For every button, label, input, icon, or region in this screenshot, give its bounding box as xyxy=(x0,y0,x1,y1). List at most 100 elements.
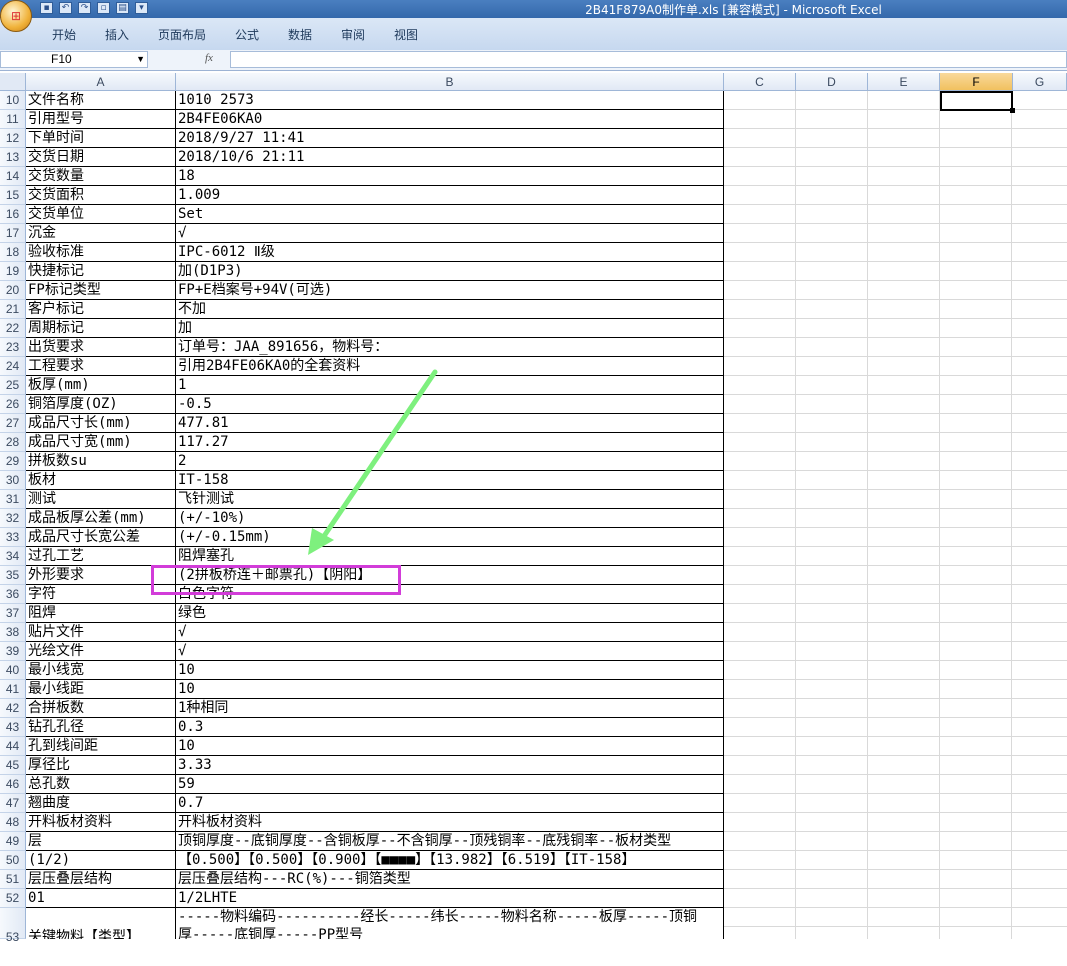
column-header-e[interactable]: E xyxy=(868,73,940,91)
cell-value[interactable]: FP+E档案号+94V(可选) xyxy=(176,281,724,300)
row-header[interactable]: 16 xyxy=(0,205,26,224)
cell-label[interactable]: 合拼板数 xyxy=(26,699,176,718)
cell-value[interactable]: 477.81 xyxy=(176,414,724,433)
cell-label[interactable]: 验收标准 xyxy=(26,243,176,262)
cell-label[interactable]: 钻孔孔径 xyxy=(26,718,176,737)
column-header-c[interactable]: C xyxy=(724,73,796,91)
cell-value[interactable]: 飞针测试 xyxy=(176,490,724,509)
cell-value[interactable]: Set xyxy=(176,205,724,224)
row-header[interactable]: 37 xyxy=(0,604,26,623)
cell-value[interactable]: 59 xyxy=(176,775,724,794)
column-header-d[interactable]: D xyxy=(796,73,868,91)
cell-label[interactable]: 关键物料【类型】 xyxy=(26,908,176,939)
row-header[interactable]: 38 xyxy=(0,623,26,642)
cell-label[interactable]: 字符 xyxy=(26,585,176,604)
cell-label[interactable]: 孔到线间距 xyxy=(26,737,176,756)
cell-label[interactable]: 成品尺寸长(mm) xyxy=(26,414,176,433)
formula-input[interactable] xyxy=(230,51,1067,68)
cell-label[interactable]: 交货面积 xyxy=(26,186,176,205)
cell-value[interactable]: √ xyxy=(176,623,724,642)
row-header[interactable]: 42 xyxy=(0,699,26,718)
cell-value[interactable]: 10 xyxy=(176,680,724,699)
row-header[interactable]: 44 xyxy=(0,737,26,756)
cell-value[interactable]: 白色字符 xyxy=(176,585,724,604)
cell-value[interactable]: 顶铜厚度--底铜厚度--含铜板厚--不含铜厚--顶残铜率--底残铜率--板材类型 xyxy=(176,832,724,851)
cell-value[interactable]: (2拼板桥连＋邮票孔)【阴阳】 xyxy=(176,566,724,585)
row-header[interactable]: 36 xyxy=(0,585,26,604)
cell-label[interactable]: 层 xyxy=(26,832,176,851)
cell-label[interactable]: 最小线宽 xyxy=(26,661,176,680)
cell-value[interactable]: 10 xyxy=(176,737,724,756)
empty-cell-grid[interactable] xyxy=(724,91,1067,939)
cell-label[interactable]: 测试 xyxy=(26,490,176,509)
row-header[interactable]: 46 xyxy=(0,775,26,794)
office-button-icon[interactable]: ⊞ xyxy=(0,0,32,32)
tab-home[interactable]: 开始 xyxy=(52,26,76,43)
cell-value[interactable]: 阻焊塞孔 xyxy=(176,547,724,566)
row-header[interactable]: 48 xyxy=(0,813,26,832)
cell-value[interactable]: 117.27 xyxy=(176,433,724,452)
cell-label[interactable]: 过孔工艺 xyxy=(26,547,176,566)
row-header[interactable]: 49 xyxy=(0,832,26,851)
cell-label[interactable]: 铜箔厚度(OZ) xyxy=(26,395,176,414)
cell-label[interactable]: 工程要求 xyxy=(26,357,176,376)
row-header[interactable]: 18 xyxy=(0,243,26,262)
cell-value[interactable]: 层压叠层结构---RC(%)---铜箔类型 xyxy=(176,870,724,889)
cell-value[interactable]: -----物料编码----------经长-----纬长-----物料名称---… xyxy=(176,908,724,927)
column-header-b[interactable]: B xyxy=(176,73,724,91)
tab-review[interactable]: 审阅 xyxy=(341,26,365,43)
cell-value[interactable]: 0.3 xyxy=(176,718,724,737)
cell-label[interactable]: 开料板材资料 xyxy=(26,813,176,832)
cell-label[interactable]: 贴片文件 xyxy=(26,623,176,642)
chevron-down-icon[interactable]: ▼ xyxy=(136,52,145,67)
cell-label[interactable]: 引用型号 xyxy=(26,110,176,129)
cell-value[interactable]: -0.5 xyxy=(176,395,724,414)
row-header[interactable]: 41 xyxy=(0,680,26,699)
cell-label[interactable]: 成品板厚公差(mm) xyxy=(26,509,176,528)
row-header[interactable]: 22 xyxy=(0,319,26,338)
cell-label[interactable]: 成品尺寸长宽公差 xyxy=(26,528,176,547)
cell-value[interactable]: 开料板材资料 xyxy=(176,813,724,832)
row-header[interactable]: 47 xyxy=(0,794,26,813)
cell-value[interactable]: (+/-0.15mm) xyxy=(176,528,724,547)
insert-function-icon[interactable]: fx xyxy=(205,52,213,64)
cell-label[interactable]: 01 xyxy=(26,889,176,908)
tab-data[interactable]: 数据 xyxy=(288,26,312,43)
row-header[interactable]: 10 xyxy=(0,91,26,110)
cell-label[interactable]: 板厚(mm) xyxy=(26,376,176,395)
cell-label[interactable]: 快捷标记 xyxy=(26,262,176,281)
row-header[interactable]: 35 xyxy=(0,566,26,585)
cell-label[interactable]: 板材 xyxy=(26,471,176,490)
row-header[interactable]: 53 xyxy=(0,908,26,944)
row-header[interactable]: 14 xyxy=(0,167,26,186)
row-header[interactable]: 17 xyxy=(0,224,26,243)
cell-value[interactable]: 2018/10/6 21:11 xyxy=(176,148,724,167)
cell-value[interactable]: 引用2B4FE06KA0的全套资料 xyxy=(176,357,724,376)
cell-label[interactable]: 层压叠层结构 xyxy=(26,870,176,889)
cell-value[interactable]: 0.7 xyxy=(176,794,724,813)
tab-insert[interactable]: 插入 xyxy=(105,26,129,43)
cell-value[interactable]: 2B4FE06KA0 xyxy=(176,110,724,129)
cell-value[interactable]: 1.009 xyxy=(176,186,724,205)
cell-value[interactable]: 2018/9/27 11:41 xyxy=(176,129,724,148)
row-header[interactable]: 27 xyxy=(0,414,26,433)
cell-value[interactable]: √ xyxy=(176,642,724,661)
cell-value[interactable]: 【0.500】【0.500】【0.900】【■■■■】【13.982】【6.51… xyxy=(176,851,724,870)
column-header-g[interactable]: G xyxy=(1013,73,1067,91)
cell-value[interactable]: 1种相同 xyxy=(176,699,724,718)
row-header[interactable]: 23 xyxy=(0,338,26,357)
tab-view[interactable]: 视图 xyxy=(394,26,418,43)
row-header[interactable]: 28 xyxy=(0,433,26,452)
cell-value[interactable]: 1/2LHTE xyxy=(176,889,724,908)
cell-value[interactable]: IT-158 xyxy=(176,471,724,490)
cell-label[interactable]: FP标记类型 xyxy=(26,281,176,300)
row-header[interactable]: 15 xyxy=(0,186,26,205)
row-header[interactable]: 20 xyxy=(0,281,26,300)
cell-value[interactable]: 2 xyxy=(176,452,724,471)
row-header[interactable]: 13 xyxy=(0,148,26,167)
cell-label[interactable]: 交货日期 xyxy=(26,148,176,167)
row-header[interactable]: 26 xyxy=(0,395,26,414)
cell-label[interactable]: 成品尺寸宽(mm) xyxy=(26,433,176,452)
cell-label[interactable]: 出货要求 xyxy=(26,338,176,357)
name-box[interactable]: F10 ▼ xyxy=(0,51,148,68)
